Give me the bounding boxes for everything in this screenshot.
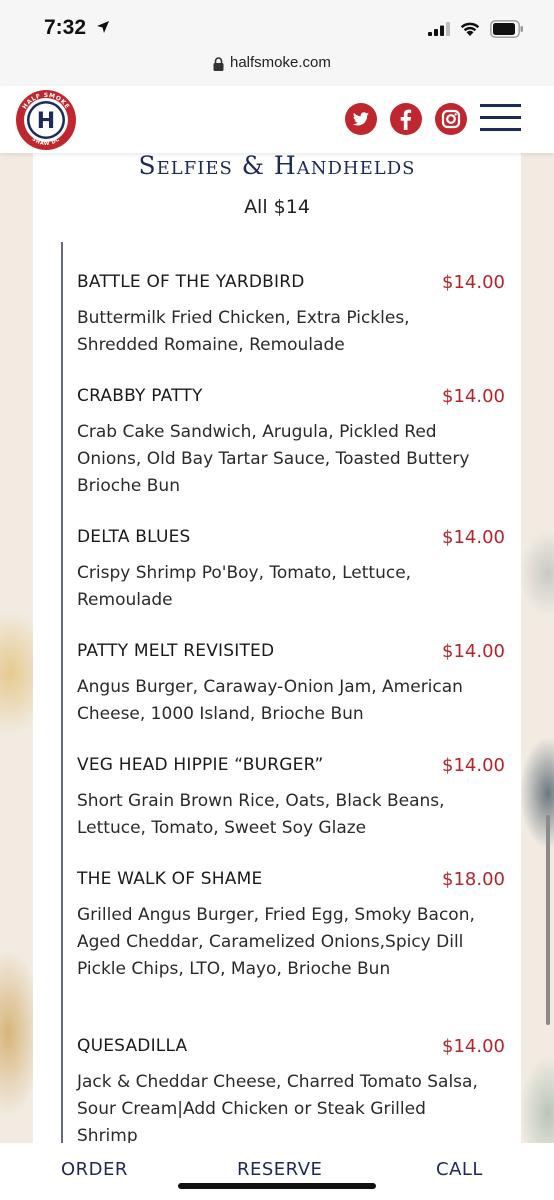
twitter-icon <box>352 112 369 126</box>
wifi-icon <box>460 22 480 36</box>
menu-item-list: BATTLE OF THE YARDBIRD $14.00 Buttermilk… <box>61 242 505 1143</box>
order-link[interactable]: ORDER <box>61 1159 128 1180</box>
status-bar: 7:32 <box>0 0 554 50</box>
item-price: $14.00 <box>442 755 505 776</box>
home-indicator[interactable] <box>178 1183 376 1189</box>
item-price: $14.00 <box>442 641 505 662</box>
site-header: H HALF SMOKE SHAW DC <box>0 86 554 153</box>
item-description: Grilled Angus Burger, Fried Egg, Smoky B… <box>77 905 475 979</box>
item-name: PATTY MELT REVISITED <box>77 641 275 661</box>
item-name: QUESADILLA <box>77 1036 188 1056</box>
facebook-button[interactable] <box>390 103 422 135</box>
url-text: halfsmoke.com <box>230 54 331 71</box>
reserve-link[interactable]: RESERVE <box>237 1159 322 1180</box>
instagram-button[interactable] <box>435 103 467 135</box>
facebook-icon <box>400 109 412 130</box>
scroll-indicator[interactable] <box>546 815 550 1025</box>
item-name: BATTLE OF THE YARDBIRD <box>77 272 305 292</box>
instagram-icon <box>441 109 461 129</box>
location-arrow-icon <box>97 21 109 33</box>
battery-icon <box>490 20 523 38</box>
hamburger-menu-icon[interactable] <box>480 102 522 134</box>
twitter-button[interactable] <box>345 103 377 135</box>
item-description: Buttermilk Fried Chicken, Extra Pickles,… <box>77 308 410 355</box>
item-description: Crab Cake Sandwich, Arugula, Pickled Red… <box>77 422 470 496</box>
item-description: Jack & Cheddar Cheese, Charred Tomato Sa… <box>77 1072 478 1143</box>
item-price: $14.00 <box>442 272 505 293</box>
browser-url-bar[interactable]: halfsmoke.com <box>0 50 554 86</box>
halfsmoke-logo[interactable]: H HALF SMOKE SHAW DC <box>15 89 77 151</box>
item-description: Angus Burger, Caraway-Onion Jam, America… <box>77 677 463 724</box>
menu-card: Selfies & Handhelds All $14 BATTLE OF TH… <box>33 153 521 1143</box>
item-description: Short Grain Brown Rice, Oats, Black Bean… <box>77 791 445 838</box>
item-name: VEG HEAD HIPPIE “BURGER” <box>77 755 324 775</box>
item-name: CRABBY PATTY <box>77 386 203 406</box>
item-price: $18.00 <box>442 869 505 890</box>
cellular-signal-icon <box>428 22 450 36</box>
section-title: Selfies & Handhelds <box>138 153 416 180</box>
section-subtitle: All $14 <box>244 196 310 218</box>
bottom-nav: ORDER RESERVE CALL <box>0 1143 554 1200</box>
item-name: THE WALK OF SHAME <box>77 869 263 889</box>
item-price: $14.00 <box>442 386 505 407</box>
lock-icon <box>213 57 224 71</box>
item-price: $14.00 <box>442 527 505 548</box>
call-link[interactable]: CALL <box>436 1159 483 1180</box>
item-description: Crispy Shrimp Po'Boy, Tomato, Lettuce, R… <box>77 563 412 610</box>
item-name: DELTA BLUES <box>77 527 191 547</box>
svg-text:H: H <box>37 109 55 134</box>
status-time: 7:32 <box>44 16 87 39</box>
item-price: $14.00 <box>442 1036 505 1057</box>
